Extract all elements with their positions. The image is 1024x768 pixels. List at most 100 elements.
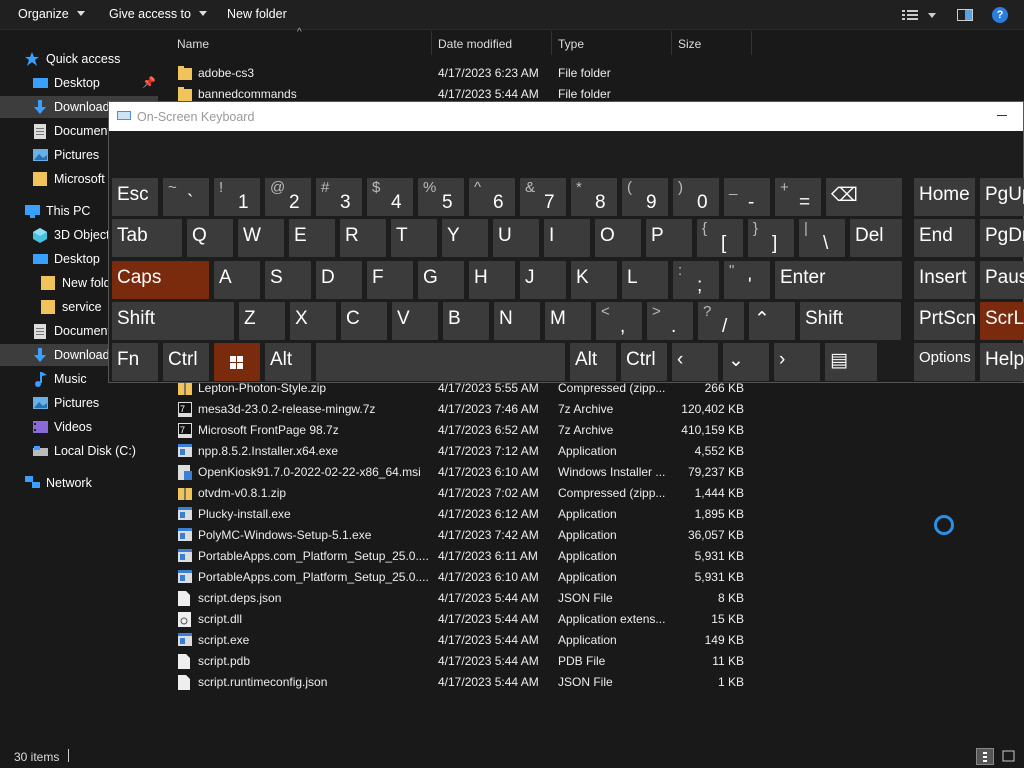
file-row[interactable]: script.deps.json 4/17/2023 5:44 AM JSON Fi… [174, 587, 1024, 608]
key-ctrl[interactable]: Ctrl [621, 343, 667, 381]
key-sym[interactable]: ~ ` [163, 178, 209, 216]
key-[interactable]: ▤ [825, 343, 877, 381]
large-icons-view-button[interactable] [1000, 748, 1018, 765]
key-caps[interactable]: Caps [112, 261, 209, 299]
key-b[interactable]: B [443, 302, 489, 340]
key-enter[interactable]: Enter [775, 261, 902, 299]
file-row[interactable]: script.dll 4/17/2023 5:44 AM Application e… [174, 608, 1024, 629]
nav-music[interactable]: Music [32, 368, 87, 390]
key-3[interactable]: #3 [316, 178, 362, 216]
key-windows[interactable] [214, 343, 260, 381]
key-7[interactable]: & 7 [520, 178, 566, 216]
key-sym[interactable]: " ' [724, 261, 770, 299]
details-view-button[interactable] [976, 748, 994, 765]
key-5[interactable]: % 5 [418, 178, 464, 216]
key-s[interactable]: S [265, 261, 311, 299]
key-l[interactable]: L [622, 261, 668, 299]
column-divider[interactable] [551, 31, 552, 55]
key-1[interactable]: ! 1 [214, 178, 260, 216]
key-m[interactable]: M [545, 302, 591, 340]
key-[interactable]: ⌃ [749, 302, 795, 340]
view-options-button[interactable] [902, 9, 942, 24]
key-w[interactable]: W [238, 219, 284, 257]
column-divider[interactable] [671, 31, 672, 55]
key-scrlk[interactable]: ScrLk [980, 302, 1024, 340]
key-insert[interactable]: Insert [914, 261, 975, 299]
key-y[interactable]: Y [442, 219, 488, 257]
key-8[interactable]: * 8 [571, 178, 617, 216]
key-shift[interactable]: Shift [800, 302, 901, 340]
nav-3d-objects[interactable]: 3D Objects [32, 224, 116, 246]
key-pgup[interactable]: PgUp [980, 178, 1024, 216]
give-access-button[interactable]: Give access to [109, 7, 207, 21]
key-sym[interactable]: :; [673, 261, 719, 299]
key-sym[interactable]: | \ [799, 219, 845, 257]
key-sym[interactable]: <, [596, 302, 642, 340]
key-alt[interactable]: Alt [265, 343, 311, 381]
nav-microsoft[interactable]: Microsoft [32, 168, 105, 190]
nav-documents-pc[interactable]: Document [32, 320, 111, 342]
organize-button[interactable]: Organize [18, 7, 85, 21]
file-row[interactable]: 7 Microsoft FrontPage 98.7z 4/17/2023 6:52… [174, 419, 1024, 440]
file-row[interactable]: script.exe 4/17/2023 5:44 AM Application 14… [174, 629, 1024, 650]
key-x[interactable]: X [290, 302, 336, 340]
nav-local-disk[interactable]: Local Disk (C:) [32, 440, 136, 462]
nav-service[interactable]: service [40, 296, 102, 318]
key-sym[interactable]: + = [775, 178, 821, 216]
key-shift[interactable]: Shift [112, 302, 234, 340]
key-t[interactable]: T [391, 219, 437, 257]
key-[interactable]: › [774, 343, 820, 381]
file-row[interactable]: otvdm-v0.8.1.zip 4/17/2023 7:02 AM Compres… [174, 482, 1024, 503]
column-type[interactable]: Type [558, 37, 584, 51]
key-sym[interactable]: ? / [698, 302, 744, 340]
nav-pictures-pc[interactable]: Pictures [32, 392, 99, 414]
file-row[interactable]: PortableApps.com_Platform_Setup_25.0....… [174, 545, 1024, 566]
nav-desktop[interactable]: Desktop 📌 [32, 72, 158, 94]
key-options[interactable]: Options [914, 343, 975, 381]
key-c[interactable]: C [341, 302, 387, 340]
file-row[interactable]: 7 mesa3d-23.0.2-release-mingw.7z 4/17/2023… [174, 398, 1024, 419]
nav-this-pc[interactable]: This PC [24, 200, 90, 222]
osk-title-bar[interactable]: On-Screen Keyboard [109, 102, 1023, 131]
help-icon[interactable]: ? [992, 7, 1008, 23]
file-row[interactable]: npp.8.5.2.Installer.x64.exe 4/17/2023 7:1… [174, 440, 1024, 461]
key-end[interactable]: End [914, 219, 975, 257]
key-sym[interactable]: }] [748, 219, 794, 257]
key-a[interactable]: A [214, 261, 260, 299]
key-d[interactable]: D [316, 261, 362, 299]
nav-desktop-pc[interactable]: Desktop [32, 248, 100, 270]
nav-documents[interactable]: Document [32, 120, 111, 142]
key-j[interactable]: J [520, 261, 566, 299]
key-i[interactable]: I [544, 219, 590, 257]
key-e[interactable]: E [289, 219, 335, 257]
key-fn[interactable]: Fn [112, 343, 158, 381]
nav-network[interactable]: Network [24, 472, 92, 494]
preview-pane-button[interactable] [957, 9, 973, 21]
file-row[interactable]: Plucky-install.exe 4/17/2023 6:12 AM Appli… [174, 503, 1024, 524]
key-f[interactable]: F [367, 261, 413, 299]
key-u[interactable]: U [493, 219, 539, 257]
key-p[interactable]: P [646, 219, 692, 257]
key-r[interactable]: R [340, 219, 386, 257]
key-tab[interactable]: Tab [112, 219, 182, 257]
key-ctrl[interactable]: Ctrl [163, 343, 209, 381]
minimize-icon[interactable] [997, 115, 1007, 116]
column-divider[interactable] [751, 31, 752, 55]
key-pause[interactable]: Pause [980, 261, 1024, 299]
key-del[interactable]: Del [850, 219, 902, 257]
key-z[interactable]: Z [239, 302, 285, 340]
key-space[interactable] [316, 343, 565, 381]
key-n[interactable]: N [494, 302, 540, 340]
file-row[interactable]: PolyMC-Windows-Setup-5.1.exe 4/17/2023 7:… [174, 524, 1024, 545]
key-sym[interactable]: {[ [697, 219, 743, 257]
key-sym[interactable]: _ - [724, 178, 770, 216]
key-[interactable]: ‹ [672, 343, 718, 381]
key-v[interactable]: V [392, 302, 438, 340]
key-q[interactable]: Q [187, 219, 233, 257]
key-g[interactable]: G [418, 261, 464, 299]
key-pgdn[interactable]: PgDn [980, 219, 1024, 257]
nav-pictures[interactable]: Pictures [32, 144, 99, 166]
key-prtscn[interactable]: PrtScn [914, 302, 975, 340]
key-9[interactable]: (9 [622, 178, 668, 216]
key-sym[interactable]: >. [647, 302, 693, 340]
